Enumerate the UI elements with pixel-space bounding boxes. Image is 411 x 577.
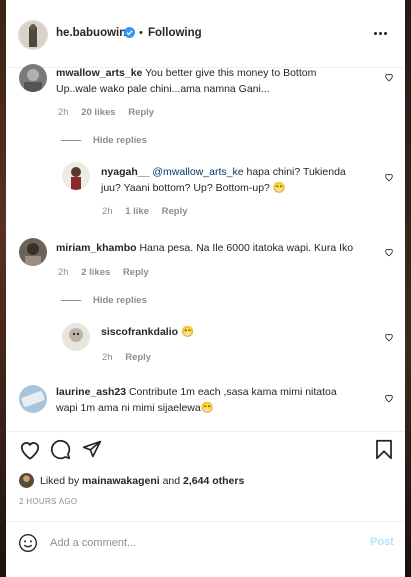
like-heart-icon[interactable] [19, 440, 41, 460]
hide-replies-button[interactable]: Hide replies [93, 135, 147, 146]
reply-username[interactable]: nyagah__ [101, 166, 149, 178]
comment-text: You better give this money to Bottom [145, 67, 317, 79]
comment-avatar[interactable] [19, 238, 47, 266]
comment-text-cont: Up..wale wako pale chini...ama namna Gan… [56, 83, 270, 95]
comment-meta: 2h 20 likes Reply [58, 107, 164, 118]
following-button[interactable]: Following [148, 27, 202, 39]
comment-text: Contribute 1m each ,sasa kama mimi nitat… [128, 386, 337, 398]
reply-avatar[interactable] [62, 323, 90, 351]
emoji-icon[interactable] [18, 533, 38, 553]
comment-time: 2h [58, 107, 69, 118]
likes-middle: and [162, 475, 181, 487]
hide-replies-line [61, 140, 81, 141]
panel-bottom [6, 566, 405, 577]
author-avatar[interactable] [18, 20, 48, 50]
reply-text-cont: juu? Yaani bottom? Up? Bottom-up? 😁 [101, 182, 286, 194]
bookmark-icon[interactable] [375, 439, 393, 460]
share-icon[interactable] [82, 439, 102, 459]
reply-button[interactable]: Reply [123, 267, 149, 278]
reply-text: 😁 [180, 326, 195, 338]
heart-icon[interactable] [384, 247, 394, 257]
likes-summary: Liked by mainawakageni and 2,644 others [40, 475, 244, 487]
comment-username[interactable]: laurine_ash23 [56, 386, 126, 398]
liked-by-username[interactable]: mainawakageni [82, 475, 160, 487]
reply-meta: 2h 1 like Reply [102, 206, 198, 217]
author-username[interactable]: he.babuowino [56, 27, 133, 39]
comment-body: mwallow_arts_ke You better give this mon… [56, 65, 376, 97]
post-button[interactable]: Post [370, 536, 394, 548]
add-comment-input[interactable] [50, 531, 350, 555]
comments-panel: he.babuowino • Following mwallow_arts_ke… [6, 0, 405, 577]
heart-icon[interactable] [384, 172, 394, 182]
comment-avatar[interactable] [19, 64, 47, 92]
comment-avatar[interactable] [19, 385, 47, 413]
comment-body: miriam_khambo Hana pesa. Na Ile 6000 ita… [56, 240, 381, 256]
reply-meta: 2h Reply [102, 352, 161, 363]
comment-icon[interactable] [50, 439, 71, 460]
reply-body: siscofrankdalio 😁 [101, 324, 386, 340]
comment-username[interactable]: miriam_khambo [56, 242, 137, 254]
comment-username[interactable]: mwallow_arts_ke [56, 67, 142, 79]
reply-button[interactable]: Reply [128, 107, 154, 118]
comment-likes[interactable]: 20 likes [81, 107, 115, 118]
comment-likes[interactable]: 2 likes [81, 267, 110, 278]
comment-body: laurine_ash23 Contribute 1m each ,sasa k… [56, 384, 381, 416]
reply-mention[interactable]: @mwallow_arts_ke [152, 166, 243, 178]
reply-likes[interactable]: 1 like [125, 206, 149, 217]
reply-time: 2h [102, 352, 113, 363]
comment-time: 2h [58, 267, 69, 278]
background-right [405, 0, 411, 577]
reply-username[interactable]: siscofrankdalio [101, 326, 178, 338]
separator-dot: • [139, 27, 143, 39]
hide-replies-line [61, 300, 81, 301]
post-header: he.babuowino • Following [6, 0, 405, 68]
reply-button[interactable]: Reply [125, 352, 151, 363]
more-options-icon[interactable] [374, 32, 388, 36]
likes-others[interactable]: 2,644 others [183, 475, 244, 487]
reply-time: 2h [102, 206, 113, 217]
post-time-ago[interactable]: 2 HOURS AGO [19, 497, 77, 506]
heart-icon[interactable] [384, 332, 394, 342]
hide-replies-button[interactable]: Hide replies [93, 295, 147, 306]
heart-icon[interactable] [384, 72, 394, 82]
reply-avatar[interactable] [62, 162, 90, 190]
reply-text: hapa chini? Tukienda [246, 166, 346, 178]
verified-badge-icon [124, 27, 135, 38]
reply-button[interactable]: Reply [162, 206, 188, 217]
reply-body: nyagah__ @mwallow_arts_ke hapa chini? Tu… [101, 164, 386, 196]
likes-prefix: Liked by [40, 475, 80, 487]
comment-text: Hana pesa. Na Ile 6000 itatoka wapi. Kur… [139, 242, 354, 254]
liked-by-avatar[interactable] [19, 473, 34, 488]
comment-meta: 2h 2 likes Reply [58, 267, 159, 278]
heart-icon[interactable] [384, 393, 394, 403]
comment-text-cont: wapi 1m ama ni mimi sijaelewa😁 [56, 402, 214, 414]
